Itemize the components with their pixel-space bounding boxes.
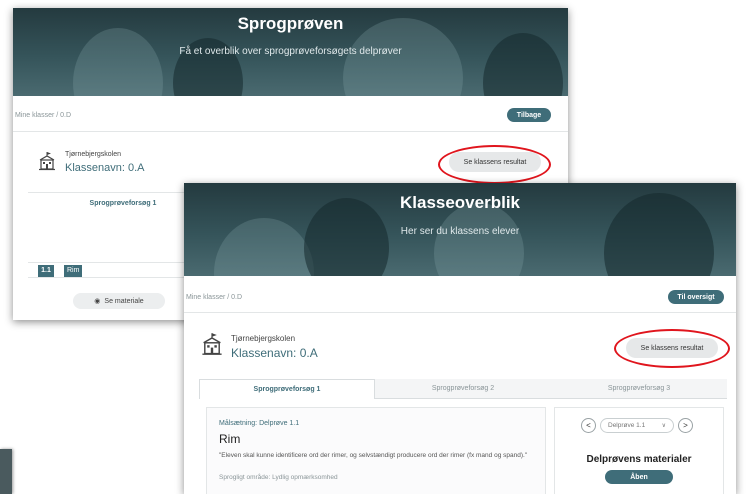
back-class-name: Klassenavn: 0.A — [65, 162, 145, 174]
goal-text: "Eleven skal kunne identificere ord der … — [219, 452, 528, 459]
front-overview-button[interactable]: Til oversigt — [668, 290, 724, 304]
back-breadcrumb[interactable]: Mine klasser / 0.D — [15, 112, 71, 119]
goal-title: Rim — [219, 432, 241, 446]
school-icon — [39, 152, 55, 171]
chevron-left-icon: < — [586, 421, 591, 430]
front-divider — [184, 312, 736, 313]
front-hero-title: Klasseoverblik — [399, 193, 520, 212]
eye-icon: ◉ — [94, 298, 101, 305]
chevron-down-icon: ∨ — [661, 423, 666, 429]
back-item-label: Rim — [64, 265, 83, 277]
back-see-material-button[interactable]: ◉ Se materiale — [73, 293, 165, 309]
open-button[interactable]: Åben — [605, 470, 673, 484]
materials-heading: Delprøvens materialer — [586, 454, 692, 465]
front-window: Klasseoverblik Her ser du klassens eleve… — [184, 183, 736, 494]
next-button[interactable]: > — [678, 418, 693, 433]
subtest-select[interactable]: Delprøve 1.1 ∨ — [600, 418, 674, 433]
back-tilbage-button[interactable]: Tilbage — [507, 108, 551, 122]
subtest-select-value: Delprøve 1.1 — [608, 422, 646, 429]
goal-label: Målsætning: Delprøve 1.1 — [219, 420, 300, 427]
stage: Sprogprøven Få et overblik over sprogprø… — [0, 0, 752, 494]
back-attempt-title[interactable]: Sprogprøveforsøg 1 — [53, 200, 193, 207]
front-school-name: Tjørnebjergskolen — [231, 334, 296, 343]
front-hero-subtitle: Her ser du klassens elever — [400, 226, 520, 237]
back-hero: Sprogprøven Få et overblik over sprogprø… — [13, 8, 568, 96]
front-hero: Klasseoverblik Her ser du klassens eleve… — [184, 183, 736, 276]
materials-panel: < Delprøve 1.1 ∨ > Delprøvens materialer… — [554, 407, 724, 494]
tab-sprogproveforsog-2[interactable]: Sprogprøveforsøg 2 — [375, 379, 551, 399]
back-divider — [13, 131, 568, 132]
front-highlight-ring — [614, 329, 730, 368]
back-hero-subtitle: Få et overblik over sprogprøveforsøgets … — [179, 46, 402, 57]
back-school-name: Tjørnebjergskolen — [65, 151, 122, 158]
back-highlight-ring — [438, 145, 551, 184]
back-see-material-label: Se materiale — [104, 297, 144, 305]
goal-panel: Målsætning: Delprøve 1.1 Rim "Eleven ska… — [206, 407, 546, 494]
tab-sprogproveforsog-3[interactable]: Sprogprøveforsøg 3 — [551, 379, 727, 399]
prev-button[interactable]: < — [581, 418, 596, 433]
front-breadcrumb[interactable]: Mine klasser / 0.D — [186, 294, 242, 301]
third-window-edge — [0, 449, 12, 494]
tab-sprogproveforsog-1[interactable]: Sprogprøveforsøg 1 — [199, 379, 375, 399]
back-hero-title: Sprogprøven — [237, 14, 344, 33]
back-item-row[interactable]: 1.1 Rim — [28, 262, 188, 278]
area-text: Sprogligt område: Lydlig opmærksomhed — [219, 474, 338, 481]
back-item-number: 1.1 — [38, 265, 54, 277]
chevron-right-icon: > — [683, 421, 688, 430]
front-class-name: Klassenavn: 0.A — [231, 346, 318, 360]
school-icon — [202, 333, 222, 355]
